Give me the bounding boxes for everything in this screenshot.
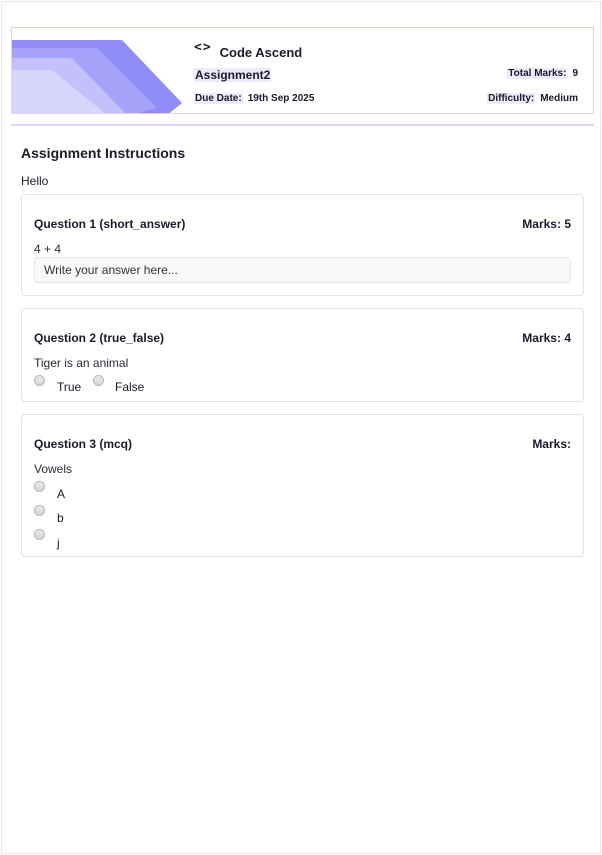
question-header: Question 2 (true_false): [34, 331, 165, 345]
difficulty-value: Medium: [540, 93, 578, 104]
option-label-a: A: [57, 487, 66, 501]
question-marks: Marks:: [532, 437, 571, 451]
due-date-label: Due Date:: [194, 93, 243, 104]
assignment-header-card: <> Code Ascend Assignment2 Due Date: 19th…: [11, 27, 594, 114]
total-marks: Total Marks: 9: [507, 68, 578, 79]
due-date-value: 19th Sep 2025: [247, 93, 315, 104]
option-label-j: j: [57, 536, 60, 550]
instructions-body: Hello: [21, 174, 49, 188]
question-marks: Marks: 4: [522, 331, 571, 345]
brand-name: Code Ascend: [219, 45, 303, 60]
question-text: Tiger is an animal: [34, 356, 129, 370]
radio-option-j[interactable]: [34, 529, 45, 540]
option-label-false: False: [115, 380, 145, 394]
radio-option-a[interactable]: [34, 481, 45, 492]
option-label-true: True: [57, 380, 82, 394]
difficulty-label: Difficulty:: [487, 93, 536, 104]
total-marks-value: 9: [572, 68, 578, 79]
radio-true[interactable]: [34, 375, 45, 386]
page: <> Code Ascend Assignment2 Due Date: 19th…: [1, 1, 601, 854]
assignment-title: Assignment2: [194, 68, 272, 82]
total-marks-label: Total Marks:: [507, 68, 568, 79]
code-brackets-icon: <>: [194, 40, 212, 55]
question-card-1: Question 1 (short_answer) Marks: 5 4 + 4: [21, 194, 584, 296]
radio-false[interactable]: [93, 375, 104, 386]
due-date: Due Date: 19th Sep 2025: [194, 93, 314, 104]
question-header: Question 3 (mcq): [34, 437, 133, 451]
question-header: Question 1 (short_answer): [34, 217, 186, 231]
question-card-2: Question 2 (true_false) Marks: 4 Tiger i…: [21, 308, 584, 402]
header-divider: [11, 124, 594, 126]
answer-input[interactable]: [34, 257, 571, 283]
instructions-title: Assignment Instructions: [21, 145, 186, 161]
question-card-3: Question 3 (mcq) Marks: Vowels A b j: [21, 414, 584, 557]
option-label-b: b: [57, 511, 64, 525]
radio-option-b[interactable]: [34, 505, 45, 516]
question-marks: Marks: 5: [522, 217, 571, 231]
question-text: Vowels: [34, 462, 73, 476]
header-decoration: [12, 40, 182, 113]
brand: <> Code Ascend: [194, 40, 303, 60]
difficulty: Difficulty: Medium: [487, 93, 578, 104]
question-text: 4 + 4: [34, 242, 62, 256]
